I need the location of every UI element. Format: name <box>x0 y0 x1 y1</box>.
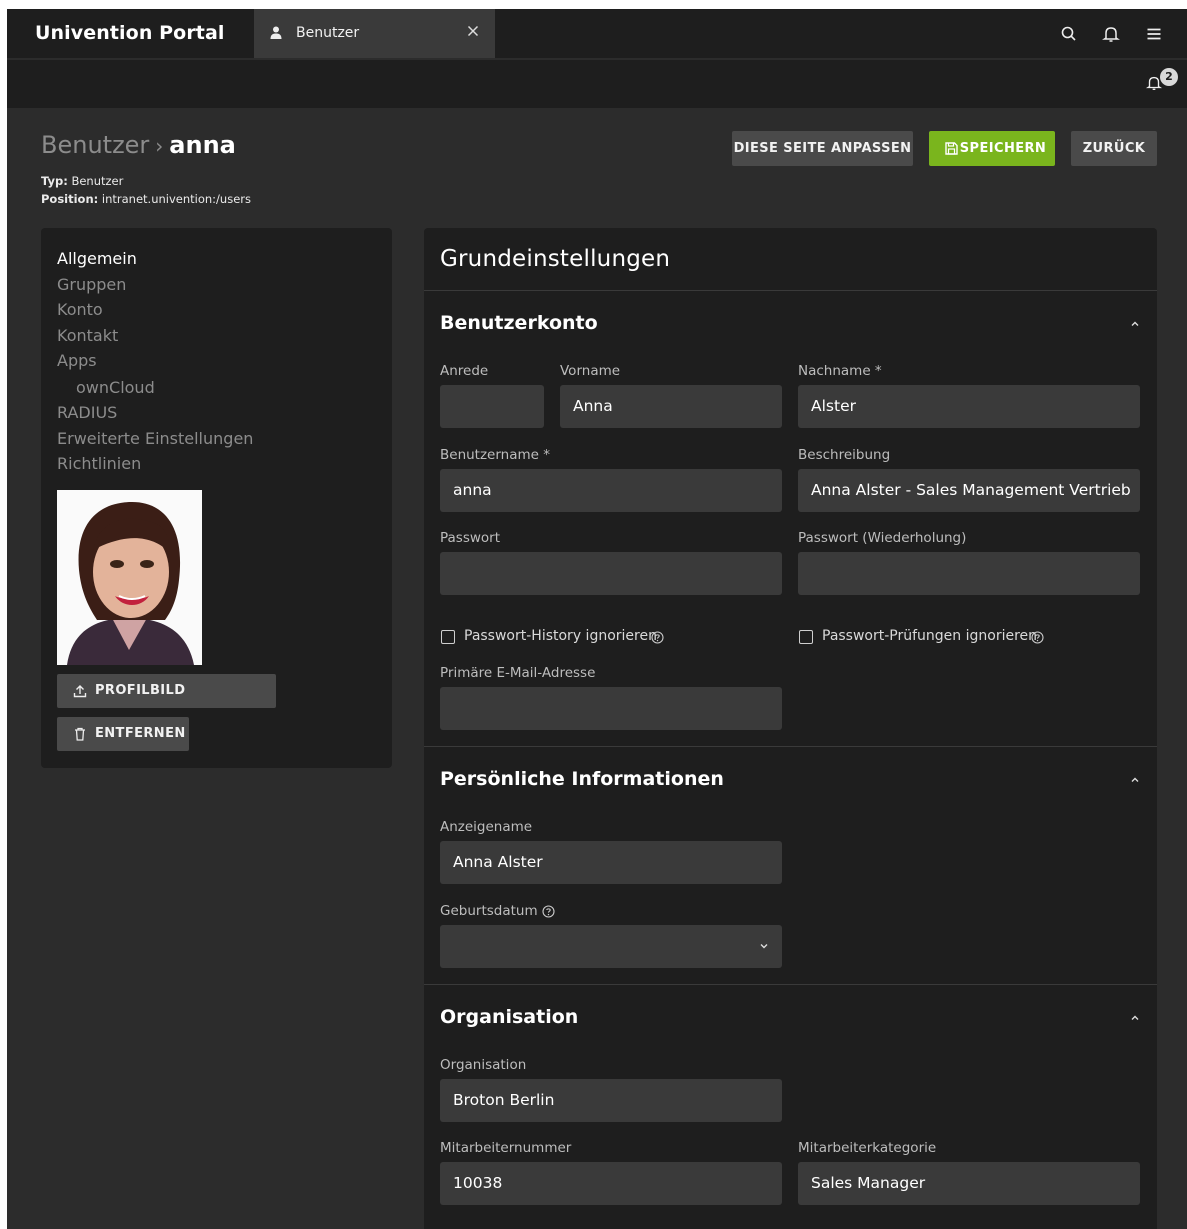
nachname-field[interactable]: Alster <box>798 385 1140 428</box>
section-title-persoenliche-informationen[interactable]: Persönliche Informationen <box>440 768 724 790</box>
scrollbar[interactable] <box>1157 759 1163 989</box>
benutzername-field[interactable]: anna <box>440 469 782 512</box>
object-meta: Typ: Benutzer Position: intranet.univent… <box>41 172 251 208</box>
help-icon[interactable] <box>1031 631 1044 644</box>
back-button[interactable]: ZURÜCK <box>1071 131 1157 166</box>
save-button[interactable]: SPEICHERN <box>929 131 1055 166</box>
mitarbeiternummer-field[interactable]: 10038 <box>440 1162 782 1205</box>
close-icon[interactable] <box>465 23 481 39</box>
sidebar-item-gruppen[interactable]: Gruppen <box>57 275 126 294</box>
passwort-label: Passwort <box>440 530 501 546</box>
trash-icon <box>75 727 85 741</box>
chevron-down-icon <box>760 944 768 949</box>
divider <box>424 746 1157 747</box>
user-icon <box>270 26 282 39</box>
organisation-field[interactable]: Broton Berlin <box>440 1079 782 1122</box>
help-icon[interactable] <box>651 631 664 644</box>
section-title-organisation[interactable]: Organisation <box>440 1006 578 1028</box>
mitarbeiternummer-label: Mitarbeiternummer <box>440 1140 572 1156</box>
passwort-wiederholung-field[interactable] <box>798 552 1140 595</box>
sidebar: Allgemein Gruppen Konto Kontakt Apps own… <box>41 228 392 768</box>
beschreibung-field[interactable]: Anna Alster - Sales Management Vertrieb <box>798 469 1140 512</box>
vorname-field[interactable]: Anna <box>560 385 782 428</box>
vorname-label: Vorname <box>560 363 621 379</box>
upload-icon <box>73 685 87 698</box>
app-window: Univention Portal Benutzer 2 Benutzer › an… <box>7 9 1187 1229</box>
sidebar-item-richtlinien[interactable]: Richtlinien <box>57 454 141 473</box>
breadcrumb-separator: › <box>155 134 164 158</box>
profile-photo <box>57 490 202 665</box>
anzeigename-label: Anzeigename <box>440 819 533 835</box>
menu-icon[interactable] <box>1144 24 1164 44</box>
bell-icon[interactable] <box>1101 24 1121 44</box>
type-value: Benutzer <box>71 174 124 188</box>
top-bar: Univention Portal Benutzer <box>7 9 1187 58</box>
type-label: Typ: <box>41 174 68 188</box>
anrede-field[interactable] <box>440 385 544 428</box>
customize-page-button[interactable]: DIESE SEITE ANPASSEN <box>732 131 913 166</box>
main-panel: Grundeinstellungen Benutzerkonto Anrede … <box>424 228 1157 1229</box>
sidebar-item-owncloud[interactable]: ownCloud <box>76 378 155 397</box>
geburtsdatum-label: Geburtsdatum <box>440 903 538 919</box>
anrede-label: Anrede <box>440 363 489 379</box>
organisation-label: Organisation <box>440 1057 527 1073</box>
breadcrumb: Benutzer › anna <box>41 131 236 159</box>
email-field[interactable] <box>440 687 782 730</box>
notification-count-badge: 2 <box>1160 68 1178 86</box>
page-section-title: Grundeinstellungen <box>440 246 671 272</box>
chevron-up-icon[interactable] <box>1129 1012 1141 1024</box>
profile-photo-image <box>57 490 202 665</box>
breadcrumb-parent[interactable]: Benutzer <box>41 131 149 159</box>
remove-button-label: ENTFERNEN <box>95 726 186 741</box>
anzeigename-field[interactable]: Anna Alster <box>440 841 782 884</box>
save-icon <box>945 142 958 155</box>
position-value: intranet.univention:/users <box>101 192 251 206</box>
sidebar-item-allgemein[interactable]: Allgemein <box>57 249 137 268</box>
remove-profile-picture-button[interactable]: ENTFERNEN <box>57 717 189 751</box>
chevron-up-icon[interactable] <box>1129 774 1141 786</box>
sidebar-item-radius[interactable]: RADIUS <box>57 403 117 422</box>
mitarbeiterkategorie-field[interactable]: Sales Manager <box>798 1162 1140 1205</box>
email-label: Primäre E-Mail-Adresse <box>440 665 596 681</box>
search-icon[interactable] <box>1059 24 1079 44</box>
chevron-up-icon[interactable] <box>1129 318 1141 330</box>
sidebar-item-kontakt[interactable]: Kontakt <box>57 326 118 345</box>
position-label: Position: <box>41 192 99 206</box>
passwort-history-checkbox[interactable] <box>441 630 455 644</box>
beschreibung-label: Beschreibung <box>798 447 891 463</box>
passwort-history-label[interactable]: Passwort-History ignorieren <box>464 628 657 644</box>
divider <box>424 290 1157 291</box>
passwort-field[interactable] <box>440 552 782 595</box>
upload-profile-picture-button[interactable]: PROFILBILD HOCHLADEN <box>57 674 276 732</box>
passwort-pruefungen-label[interactable]: Passwort-Prüfungen ignorieren <box>822 628 1037 644</box>
passwort-wiederholung-label: Passwort (Wiederholung) <box>798 530 967 546</box>
notification-bar: 2 <box>7 60 1187 108</box>
sidebar-item-erweiterte-einstellungen[interactable]: Erweiterte Einstellungen <box>57 429 253 448</box>
mitarbeiterkategorie-label: Mitarbeiterkategorie <box>798 1140 937 1156</box>
sidebar-item-apps[interactable]: Apps <box>57 351 97 370</box>
save-button-label: SPEICHERN <box>959 141 1047 156</box>
passwort-pruefungen-checkbox[interactable] <box>799 630 813 644</box>
nachname-label: Nachname * <box>798 363 882 379</box>
divider <box>424 984 1157 985</box>
app-title[interactable]: Univention Portal <box>35 22 225 44</box>
sidebar-item-konto[interactable]: Konto <box>57 300 103 319</box>
tab-label: Benutzer <box>296 25 360 41</box>
benutzername-label: Benutzername * <box>440 447 551 463</box>
help-icon[interactable] <box>542 905 555 918</box>
geburtsdatum-select[interactable] <box>440 925 782 968</box>
section-title-benutzerkonto[interactable]: Benutzerkonto <box>440 312 598 334</box>
tab-benutzer[interactable]: Benutzer <box>254 9 495 58</box>
breadcrumb-current: anna <box>169 131 236 159</box>
